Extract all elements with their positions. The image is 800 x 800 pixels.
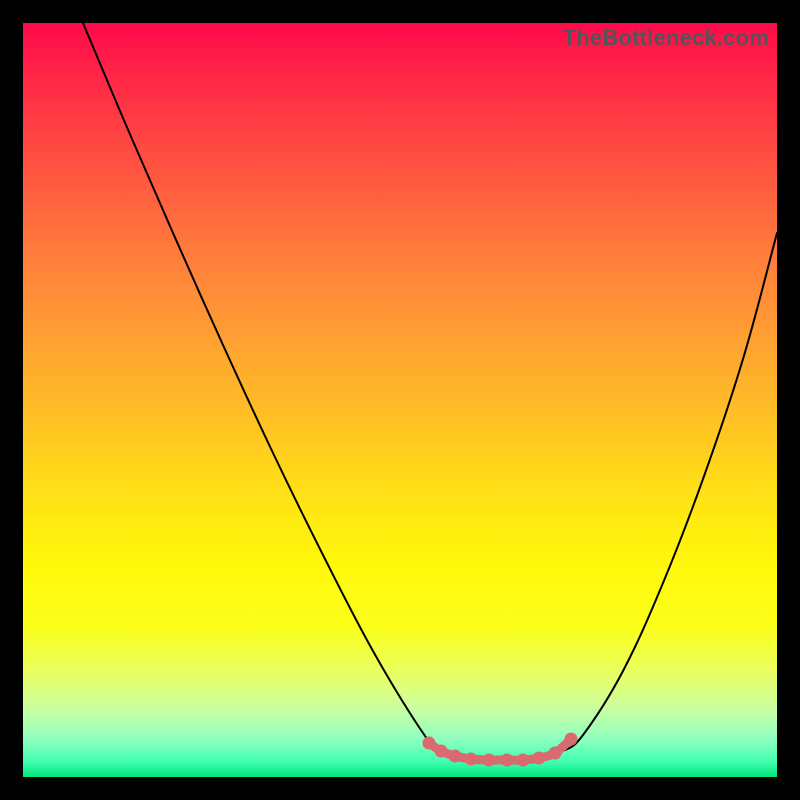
highlight-dot [501,754,514,767]
highlight-dot [517,754,530,767]
highlight-dot [549,747,562,760]
curve-svg [23,23,777,777]
bottleneck-curve [83,23,777,759]
highlight-dot [533,752,546,765]
plot-area: TheBottleneck.com [23,23,777,777]
highlight-dot [483,754,496,767]
chart-frame: TheBottleneck.com [0,0,800,800]
highlight-dot [423,737,436,750]
highlight-dot [435,745,448,758]
highlight-dot [565,733,578,746]
highlight-dot [465,753,478,766]
highlight-dot [449,750,462,763]
